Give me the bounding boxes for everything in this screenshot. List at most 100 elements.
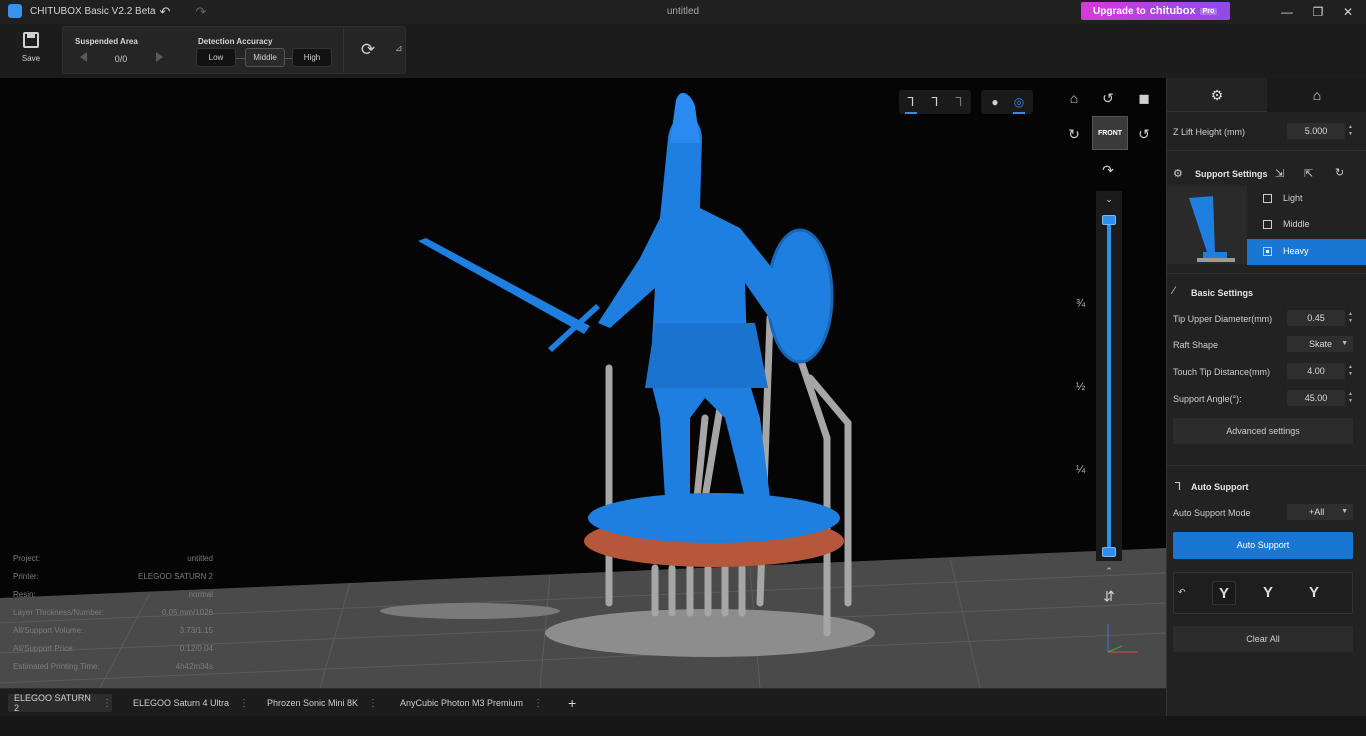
tab-menu-icon[interactable]: ⋮	[102, 698, 112, 709]
collapse-icon[interactable]: ⊿	[395, 43, 403, 54]
support-mode-icon[interactable]: ⅂	[927, 94, 943, 110]
touch-tip-input[interactable]: 4.00 ▲ ▼	[1287, 363, 1353, 379]
view-cube[interactable]: FRONT	[1092, 116, 1128, 150]
xray-render-icon[interactable]: ◎	[1011, 94, 1027, 110]
3d-viewport[interactable]: Project: untitled Printer: ELEGOO SATURN…	[0, 78, 1166, 688]
save-button[interactable]: Save	[14, 32, 48, 72]
tab-menu-icon[interactable]: ⋮	[368, 698, 378, 709]
rotate-right-icon[interactable]: ↺	[1134, 124, 1154, 144]
document-title: untitled	[666, 6, 700, 17]
tip-diameter-input[interactable]: 0.45 ▲ ▼	[1287, 310, 1353, 326]
prev-arrow-icon[interactable]	[80, 52, 87, 62]
chevron-down-icon: ▼	[1341, 508, 1348, 515]
chevron-down-icon[interactable]: ⌄	[1102, 194, 1116, 206]
stepper-icon[interactable]: ▲ ▼	[1348, 364, 1353, 378]
slider-top-handle[interactable]	[1102, 215, 1116, 225]
next-arrow-icon[interactable]	[156, 52, 163, 62]
close-icon[interactable]: ✕	[1337, 3, 1359, 21]
auto-support-button[interactable]: Auto Support	[1173, 532, 1353, 559]
home-view-icon[interactable]: ⌂	[1064, 88, 1084, 108]
tab-menu-icon[interactable]: ⋮	[239, 698, 249, 709]
import-icon[interactable]: ⇲	[1275, 167, 1284, 180]
suspended-area-label: Suspended Area	[75, 37, 138, 46]
tab-print-settings[interactable]: ⚙	[1167, 78, 1267, 112]
touch-tip-value: 4.00	[1307, 366, 1325, 376]
accuracy-low-button[interactable]: Low	[196, 48, 236, 67]
slider-bottom-handle[interactable]	[1102, 547, 1116, 557]
perspective-icon[interactable]: ◼	[1134, 88, 1154, 108]
info-value: 3.73/1.15	[179, 626, 213, 635]
radio-box[interactable]	[1263, 220, 1272, 229]
auto-support-icon: ⅂	[1175, 481, 1182, 493]
reset-icon[interactable]: ↻	[1335, 166, 1344, 179]
remove-support-icon[interactable]: Y	[1302, 581, 1326, 605]
rotate-down-icon[interactable]: ↷	[1098, 160, 1118, 180]
rotate-view-icon[interactable]: ↺	[1098, 88, 1118, 108]
divider	[1167, 273, 1366, 274]
support-mode-icon[interactable]: ⅂	[951, 94, 967, 110]
add-support-icon[interactable]: Y	[1212, 581, 1236, 605]
stepper-icon[interactable]: ▲ ▼	[1348, 391, 1353, 405]
layer-slider-range[interactable]	[1107, 218, 1111, 552]
info-row: Estimated Printing Time: 4h42m34s	[13, 662, 213, 680]
chevron-up-icon[interactable]: ⌃	[1102, 566, 1116, 578]
slider-tick: ¾	[1076, 298, 1086, 310]
support-middle-option[interactable]: Middle	[1247, 212, 1366, 238]
tab-menu-icon[interactable]: ⋮	[533, 698, 543, 709]
warrior-figure	[598, 115, 800, 498]
accuracy-high-button[interactable]: High	[292, 48, 332, 67]
chevron-down-icon: ▼	[1341, 340, 1348, 347]
restore-icon[interactable]: ❐	[1307, 3, 1329, 21]
support-angle-input[interactable]: 45.00 ▲ ▼	[1287, 390, 1353, 406]
tab-label: Phrozen Sonic Mini 8K	[267, 698, 359, 708]
stepper-icon[interactable]: ▲ ▼	[1348, 311, 1353, 325]
option-label: Middle	[1283, 219, 1310, 229]
refresh-icon[interactable]: ⟳	[357, 39, 379, 61]
model-base	[588, 493, 840, 543]
status-bar	[0, 716, 1366, 736]
support-branch-icon[interactable]: Y	[1256, 581, 1280, 605]
auto-support-label: Auto Support	[1191, 482, 1249, 492]
info-row: Project: untitled	[13, 554, 213, 572]
advanced-settings-button[interactable]: Advanced settings	[1173, 418, 1353, 444]
support-light-option[interactable]: Light	[1247, 186, 1366, 212]
raft-shape-select[interactable]: Skate ▼	[1287, 336, 1353, 352]
slider-tick: ½	[1076, 381, 1086, 393]
option-label: Light	[1283, 193, 1303, 203]
info-value: ELEGOO SATURN 2	[138, 572, 213, 581]
export-icon[interactable]: ⇱	[1304, 167, 1313, 180]
radio-box[interactable]	[1263, 194, 1272, 203]
upgrade-brand: chitubox	[1149, 5, 1196, 17]
clear-all-button[interactable]: Clear All	[1173, 626, 1353, 652]
printer-tab[interactable]: Phrozen Sonic Mini 8K ⋮	[267, 694, 378, 712]
z-lift-input[interactable]: 5.000 ▲ ▼	[1287, 123, 1353, 139]
info-row: Layer Thickness/Number: 0.05 mm/1026	[13, 608, 213, 626]
printer-tab[interactable]: ELEGOO SATURN 2 ⋮	[8, 693, 112, 713]
support-angle-label: Support Angle(°):	[1173, 394, 1242, 404]
support-mode-icon[interactable]: ⅂	[903, 94, 919, 110]
accuracy-middle-button[interactable]: Middle	[245, 48, 285, 67]
stepper-icon[interactable]: ▲ ▼	[1348, 124, 1353, 138]
info-key: Printer:	[13, 572, 39, 581]
divider	[1167, 465, 1366, 466]
upgrade-badge: Pro	[1199, 7, 1218, 15]
touch-tip-label: Touch Tip Distance(mm)	[1173, 367, 1271, 377]
tab-supports[interactable]: ⌂	[1267, 78, 1366, 112]
undo-icon[interactable]: ↶	[156, 3, 174, 21]
add-tab-icon[interactable]: +	[568, 695, 576, 711]
rotate-left-icon[interactable]: ↻	[1064, 124, 1084, 144]
support-heavy-option[interactable]: Heavy	[1247, 239, 1366, 265]
solid-render-icon[interactable]: ●	[987, 94, 1003, 110]
auto-support-mode-select[interactable]: +All ▼	[1287, 504, 1353, 520]
swap-layer-icon[interactable]: ⇵	[1099, 586, 1119, 606]
support-tools: ↶ Y Y Y	[1173, 572, 1353, 614]
printer-tab[interactable]: AnyCubic Photon M3 Premium ⋮	[400, 694, 543, 712]
radio-box[interactable]	[1263, 247, 1272, 256]
printer-tab[interactable]: ELEGOO Saturn 4 Ultra ⋮	[133, 694, 249, 712]
project-info: Project: untitled Printer: ELEGOO SATURN…	[13, 554, 213, 680]
upgrade-button[interactable]: Upgrade to chitubox Pro	[1081, 2, 1230, 20]
active-indicator	[905, 112, 917, 114]
minimize-icon[interactable]: —	[1276, 3, 1298, 21]
undo-small-icon[interactable]: ↶	[1178, 587, 1186, 598]
redo-icon[interactable]: ↷	[192, 3, 210, 21]
